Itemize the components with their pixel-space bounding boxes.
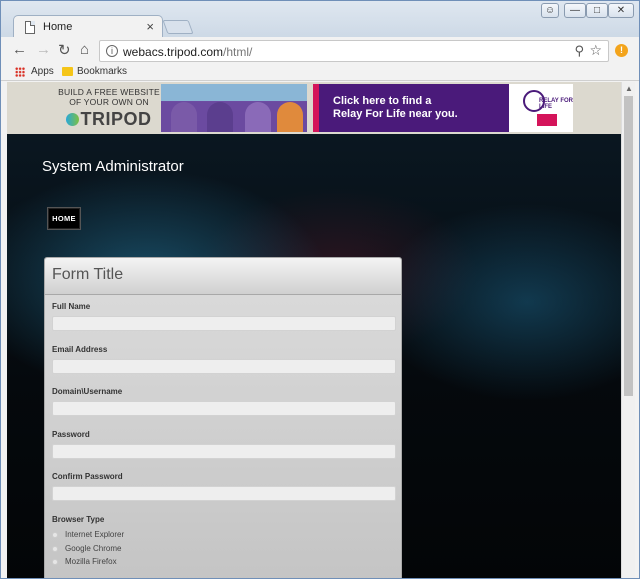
minimize-button[interactable]: — xyxy=(564,3,586,18)
title-bar: Home × ☺ — □ ✕ xyxy=(1,1,639,39)
radio-label: Mozilla Firefox xyxy=(65,557,117,566)
tripod-logo: TRIPOD xyxy=(55,109,163,130)
cancer-society-icon xyxy=(537,114,557,126)
vertical-scrollbar[interactable]: ▲ xyxy=(621,82,635,578)
password-input[interactable] xyxy=(52,444,396,459)
radio-label: Internet Explorer xyxy=(65,530,125,539)
user-profile-icon[interactable]: ☺ xyxy=(541,3,559,18)
ad-line-2: OF YOUR OWN ON xyxy=(69,97,149,107)
username-input[interactable] xyxy=(52,401,396,416)
tripod-ad[interactable]: BUILD A FREE WEBSITE OF YOUR OWN ON TRIP… xyxy=(55,87,163,131)
page-viewport: BUILD A FREE WEBSITE OF YOUR OWN ON TRIP… xyxy=(7,82,621,578)
ad-person xyxy=(277,102,303,132)
tab-title: Home xyxy=(43,21,73,33)
extension-alert-icon[interactable]: ! xyxy=(615,44,628,57)
confirm-password-input[interactable] xyxy=(52,486,396,501)
folder-icon[interactable] xyxy=(62,67,73,76)
browser-window: Home × ☺ — □ ✕ ← → ↻ ⌂ i webacs.tripod.c… xyxy=(0,0,640,579)
relay-cta[interactable]: Click here to find a Relay For Life near… xyxy=(313,84,509,132)
full-name-label: Full Name xyxy=(52,302,91,311)
form-title: Form Title xyxy=(52,266,124,283)
form-header: Form Title xyxy=(45,258,401,295)
tripod-logo-text: TRIPOD xyxy=(80,109,152,129)
radio-label: Google Chrome xyxy=(65,544,122,553)
registration-form: Form Title Full Name Email Address Domai… xyxy=(44,257,402,578)
url-host: webacs.tripod.com xyxy=(123,45,224,59)
tab-home[interactable]: Home × xyxy=(13,15,163,39)
new-tab-button[interactable] xyxy=(162,20,194,34)
relay-logo: RELAY FOR LIFE xyxy=(509,84,573,132)
ad-photo xyxy=(161,84,307,132)
apps-grid-icon[interactable] xyxy=(15,67,25,77)
relay-logo-text: RELAY FOR LIFE xyxy=(539,98,574,110)
tab-close-icon[interactable]: × xyxy=(146,19,154,34)
browser-toolbar: ← → ↻ ⌂ i webacs.tripod.com/html/ ⚲ ☆ ! xyxy=(1,37,639,63)
home-icon[interactable]: ⌂ xyxy=(80,41,89,58)
relay-cta-line-1: Click here to find a xyxy=(333,95,432,107)
ad-person xyxy=(207,102,233,132)
relay-cta-line-2: Relay For Life near you. xyxy=(333,108,458,120)
page-icon xyxy=(25,21,35,34)
bookmark-star-icon[interactable]: ☆ xyxy=(589,42,602,59)
ad-banner[interactable]: BUILD A FREE WEBSITE OF YOUR OWN ON TRIP… xyxy=(7,82,621,134)
forward-arrow-icon[interactable]: → xyxy=(36,41,51,58)
browser-type-label: Browser Type xyxy=(52,515,105,524)
info-icon[interactable]: i xyxy=(106,45,118,57)
close-window-button[interactable]: ✕ xyxy=(608,3,634,18)
ad-person xyxy=(171,102,197,132)
confirm-password-label: Confirm Password xyxy=(52,472,123,481)
bookmarks-bar: Apps Bookmarks xyxy=(1,63,639,81)
username-label: Domain\Username xyxy=(52,387,123,396)
scroll-thumb[interactable] xyxy=(624,96,633,396)
tripod-logo-icon xyxy=(66,113,80,126)
relay-cta-text: Click here to find a Relay For Life near… xyxy=(333,95,458,121)
maximize-button[interactable]: □ xyxy=(586,3,608,18)
address-bar[interactable]: i webacs.tripod.com/html/ ⚲ ☆ xyxy=(99,40,609,62)
full-name-input[interactable] xyxy=(52,316,396,331)
nav-home-button[interactable]: HOME xyxy=(47,207,81,230)
bookmark-apps[interactable]: Apps xyxy=(31,66,54,77)
password-label: Password xyxy=(52,430,90,439)
reload-icon[interactable]: ↻ xyxy=(58,41,71,59)
scroll-up-icon[interactable]: ▲ xyxy=(625,84,633,93)
email-input[interactable] xyxy=(52,359,396,374)
email-label: Email Address xyxy=(52,345,108,354)
url-path: /html/ xyxy=(223,45,253,59)
radio-button[interactable] xyxy=(52,559,58,565)
zoom-icon[interactable]: ⚲ xyxy=(574,43,584,59)
back-arrow-icon[interactable]: ← xyxy=(12,41,27,58)
site-title: System Administrator xyxy=(42,158,184,175)
url-text[interactable]: webacs.tripod.com/html/ xyxy=(123,45,252,59)
ad-person xyxy=(245,102,271,132)
bookmark-folder[interactable]: Bookmarks xyxy=(77,66,127,77)
ad-line-1: BUILD A FREE WEBSITE xyxy=(58,87,160,97)
radio-button[interactable] xyxy=(52,546,58,552)
radio-button[interactable] xyxy=(52,532,58,538)
